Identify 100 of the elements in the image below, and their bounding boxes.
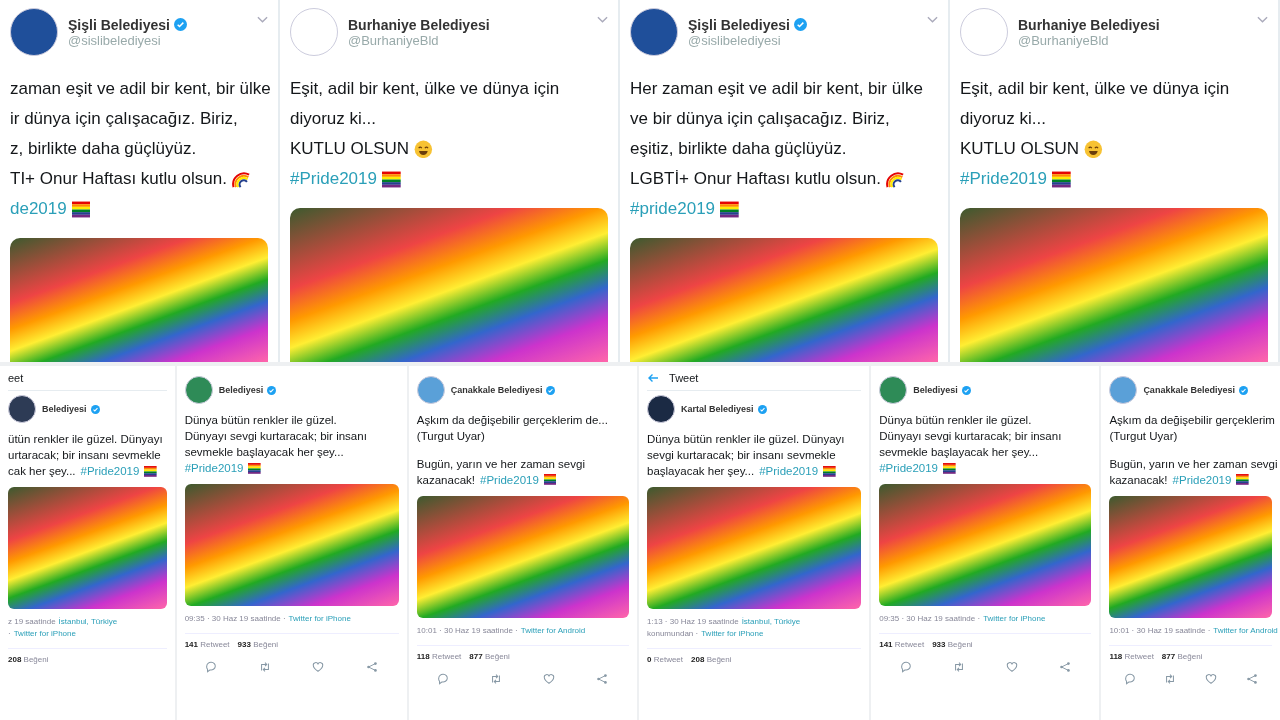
rainbow-flag-icon [943, 461, 956, 475]
account-name[interactable]: Kartal Belediyesi [681, 404, 754, 414]
timestamp-text: konumundan · [647, 629, 699, 638]
stat-count[interactable]: 118 Retweet [1109, 651, 1154, 661]
account-name[interactable]: Çanakkale Belediyesi [450, 385, 543, 395]
caret-icon[interactable] [597, 16, 608, 24]
tweet-text: Bugün, yarın ve her zaman sevgi [416, 456, 585, 472]
rainbow-flag-icon [543, 473, 557, 486]
caret-icon[interactable] [927, 16, 938, 24]
retweet-icon[interactable] [952, 661, 965, 673]
retweet-icon[interactable] [1164, 672, 1177, 685]
tweet-text: eşitiz, birlikte daha güçlüyüz. [630, 138, 847, 160]
stat-count[interactable]: 933 Beğeni [932, 640, 973, 649]
reply-icon[interactable] [437, 672, 450, 685]
tweet-text: Dünyayı sevgi kurtaracak; bir insanı [879, 429, 1062, 444]
rainbow-flag-icon [71, 199, 91, 219]
tweet-text: LGBTİ+ Onur Haftası kutlu olsun. [630, 168, 881, 190]
smiley-icon [414, 139, 433, 159]
tweet-text: (Turgut Uyar) [416, 429, 485, 444]
tweet-text: başlayacak her şey... [647, 464, 755, 479]
tweet-text: ir dünya için çalışacağız. Biriz, [10, 108, 238, 130]
rainbow-icon [885, 169, 905, 189]
back-arrow-icon[interactable] [647, 373, 659, 383]
tweet-text: TI+ Onur Haftası kutlu olsun. [10, 168, 227, 190]
share-icon[interactable] [1245, 672, 1258, 685]
stat-count[interactable]: 141 Retweet [184, 640, 230, 649]
heart-icon[interactable] [543, 672, 556, 685]
tweet-text: kazanacak! [1109, 472, 1168, 488]
account-name[interactable]: Belediyesi [913, 385, 958, 395]
caret-icon[interactable] [1257, 16, 1268, 24]
timestamp-text: 1:13 · 30 Haz 19 saatinde [647, 617, 739, 626]
tweet-text: Dünyayı sevgi kurtaracak; bir insanı [184, 429, 367, 444]
rainbow-flag-icon [381, 169, 401, 189]
timestamp-text: z 19 saatinde [8, 617, 56, 626]
stat-count[interactable]: 141 Retweet [879, 640, 925, 649]
tweet-text: diyoruz ki... [960, 108, 1046, 130]
heart-icon[interactable] [1005, 661, 1018, 673]
rainbow-flag-icon [720, 199, 739, 219]
tweet-text: Aşkım da değişebilir gerçeklerim de... [416, 413, 608, 428]
tweet-text: Eşit, adil bir kent, ülke ve dünya için [290, 78, 560, 100]
stat-count[interactable]: 933 Beğeni [237, 640, 279, 649]
caret-icon[interactable] [257, 16, 268, 24]
timestamp-text: 09:35 · 30 Haz 19 saatinde · [184, 614, 286, 623]
account-handle: @sislibelediyesi [688, 32, 781, 48]
tweet-text: Eşit, adil bir kent, ülke ve dünya için [960, 78, 1230, 100]
stat-count[interactable]: 208 Beğeni [8, 655, 49, 664]
tweet-text: zaman eşit ve adil bir kent, bir ülke [10, 78, 271, 100]
timestamp-text: 09:35 · 30 Haz 19 saatinde · [879, 614, 981, 623]
rainbow-flag-icon [144, 464, 157, 478]
stat-count[interactable]: 208 Beğeni [691, 655, 732, 664]
account-name[interactable]: Belediyesi [42, 404, 87, 414]
account-handle: @BurhaniyeBld [1018, 32, 1109, 48]
share-icon[interactable] [366, 661, 378, 673]
account-name[interactable]: Şişli Belediyesi [688, 16, 790, 33]
tweet-text: sevmekle başlayacak her şey... [184, 445, 344, 460]
tweet-text: KUTLU OLSUN [960, 138, 1080, 160]
avatar[interactable] [647, 395, 675, 423]
tweet-text: (Turgut Uyar) [1109, 429, 1178, 444]
account-name[interactable]: Belediyesi [218, 385, 264, 395]
tweet-text: KUTLU OLSUN [290, 138, 410, 160]
retweet-icon[interactable] [490, 672, 503, 685]
avatar[interactable] [8, 395, 36, 423]
tweet-text: Dünya bütün renkler ile güzel. Dünyayı [647, 432, 845, 447]
stat-count[interactable]: 877 Beğeni [469, 651, 510, 661]
rainbow-flag-icon [1051, 169, 1071, 189]
avatar[interactable] [10, 8, 58, 56]
tweet-text: diyoruz ki... [290, 108, 376, 130]
heart-icon[interactable] [1204, 672, 1217, 685]
stat-count[interactable]: 0 Retweet [647, 655, 684, 664]
tweet-text: sevgi kurtaracak; bir insanı sevmekle [647, 448, 836, 463]
account-name[interactable]: Burhaniye Belediyesi [348, 16, 490, 33]
rainbow-icon [231, 169, 251, 189]
reply-icon[interactable] [205, 661, 218, 673]
tweet-text: ve bir dünya için çalışacağız. Biriz, [630, 108, 890, 130]
share-icon[interactable] [596, 672, 609, 685]
stat-count[interactable]: 118 Retweet [416, 651, 462, 661]
account-name[interactable]: Burhaniye Belediyesi [1018, 16, 1160, 33]
tweet-text: Aşkım da değişebilir gerçeklerim [1109, 413, 1275, 428]
tweet-text: Her zaman eşit ve adil bir kent, bir ülke [630, 78, 923, 100]
tweet-text: sevmekle başlayacak her şey... [879, 445, 1039, 460]
tweet-text: ütün renkler ile güzel. Dünyayı [8, 432, 163, 447]
rainbow-flag-icon [1236, 473, 1250, 486]
stat-count[interactable]: 877 Beğeni [1161, 651, 1203, 661]
timestamp-text: 10:01 · 30 Haz 19 saatinde · [1109, 625, 1211, 635]
tweet-text: Dünya bütün renkler ile güzel. [879, 413, 1032, 428]
retweet-icon[interactable] [258, 661, 271, 673]
tweet-text: Bugün, yarın ve her zaman sevgi [1109, 456, 1278, 472]
tweet-text: cak her şey... [8, 464, 76, 479]
reply-icon[interactable] [899, 661, 912, 673]
timestamp-text: · [8, 629, 11, 638]
account-name[interactable]: Şişli Belediyesi [68, 16, 170, 33]
reply-icon[interactable] [1123, 672, 1136, 685]
smiley-icon [1084, 139, 1103, 159]
avatar[interactable] [630, 8, 678, 56]
heart-icon[interactable] [312, 661, 325, 673]
account-name[interactable]: Çanakkale Belediyesi [1143, 385, 1235, 395]
tweet-text: Dünya bütün renkler ile güzel. [184, 413, 337, 428]
account-handle: @sislibelediyesi [68, 32, 161, 48]
share-icon[interactable] [1058, 661, 1071, 673]
account-handle: @BurhaniyeBld [348, 32, 439, 48]
